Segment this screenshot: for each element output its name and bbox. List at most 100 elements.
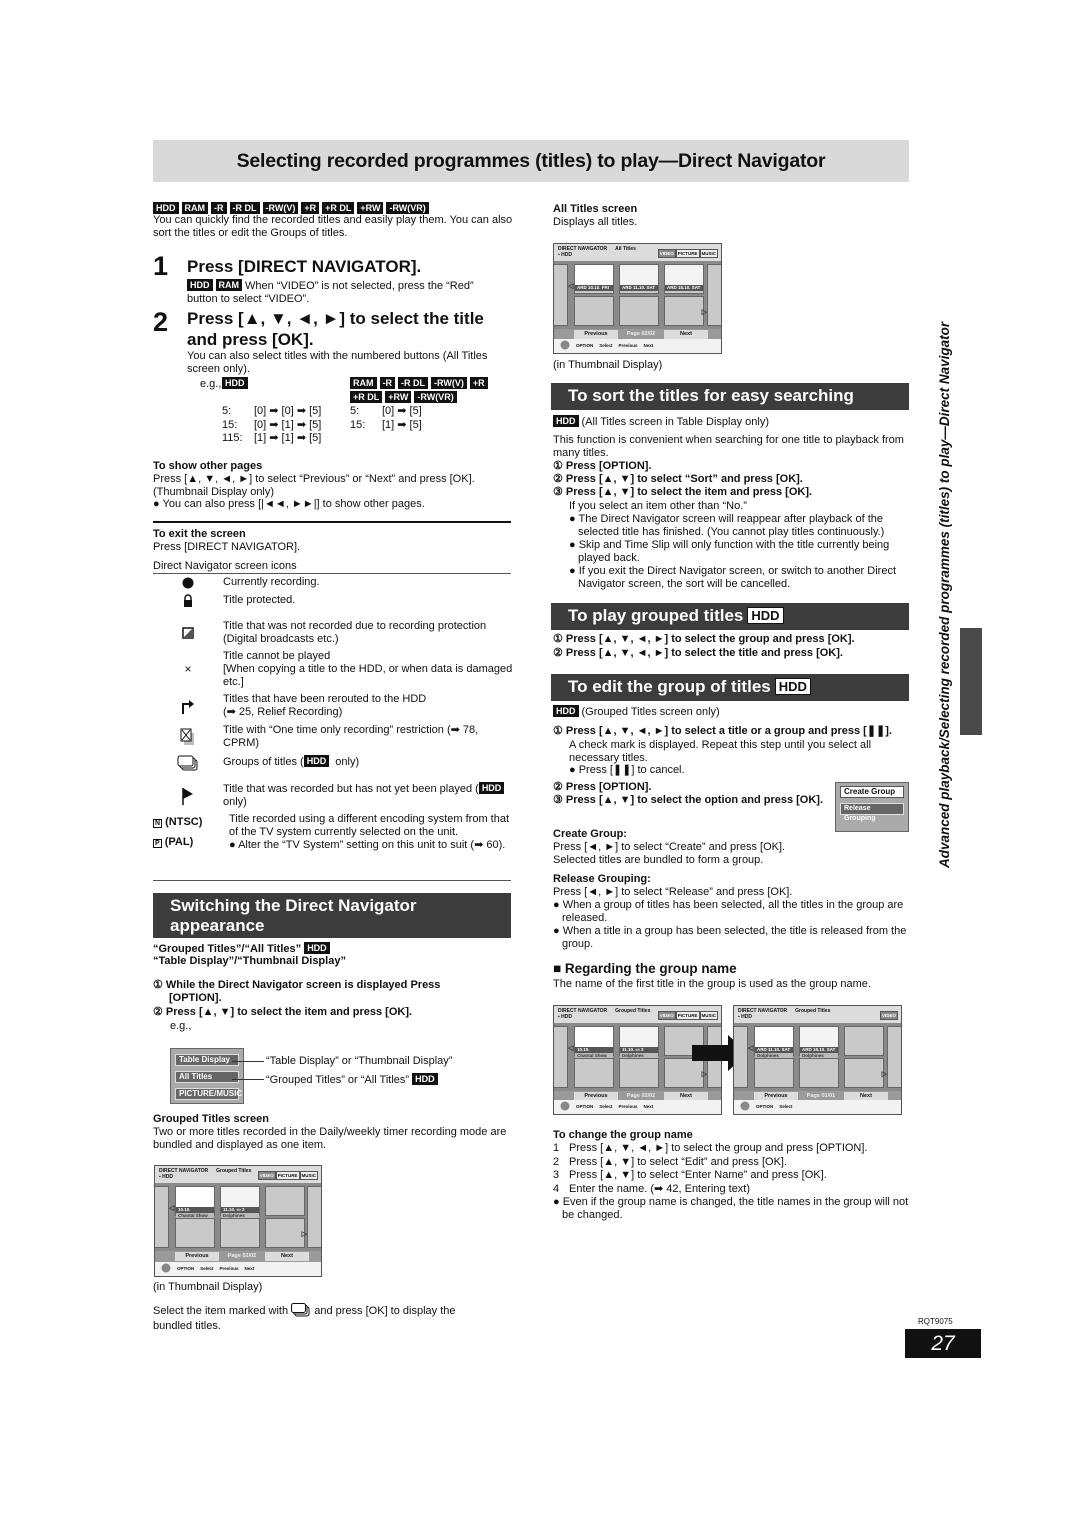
description-extra: (➡ 25, Relief Recording) (223, 706, 343, 718)
thumbnail-cell[interactable] (265, 1186, 305, 1216)
example-row: 5: [0] ➡ [5] (350, 405, 422, 419)
section-subheading: To exit the screen (153, 528, 246, 540)
bullet-content: Alter the “TV System” setting on this un… (238, 839, 506, 851)
description-text: Title protected. (223, 594, 296, 606)
thumbnail-cell[interactable]: Dolphines 11.10. ▭ 2 (619, 1026, 659, 1059)
menu-item-picture-music[interactable]: PICTURE/MUSIC (175, 1088, 242, 1100)
thumbnail-cell[interactable]: Dolphines ARD 11.10. SAT (754, 1026, 794, 1059)
badge: HDD (774, 678, 811, 695)
scroll-left-icon[interactable]: ◁ (568, 1045, 573, 1052)
thumbnail-cell[interactable]: Dolphines 11.10. ▭ 2 (220, 1186, 260, 1219)
thumbnail-cell[interactable] (619, 296, 659, 326)
description-text: Title that was recorded but has not yet … (223, 783, 479, 795)
tab-music[interactable]: MUSIC (699, 1011, 718, 1020)
bullet-text: ● When a title in a group has been selec… (553, 925, 907, 950)
lock-icon (153, 594, 223, 607)
badge: HDD (553, 705, 579, 717)
tab-video[interactable]: VIDEO (657, 1011, 676, 1020)
badge: HDD (747, 607, 784, 624)
side-panel (707, 264, 721, 326)
row-value: Press [▲, ▼] to select “Enter Name” and … (569, 1169, 827, 1181)
scroll-right-icon[interactable]: ▷ (302, 1231, 307, 1238)
thumbnail-cell[interactable] (265, 1218, 305, 1248)
menu-item-create-group[interactable]: Create Group (840, 786, 904, 798)
description-text: Titles that have been rerouted to the HD… (223, 693, 427, 705)
footer-next: Next (244, 1266, 255, 1271)
eg-label: e.g., (200, 378, 222, 390)
option-menu: Table Display All Titles PICTURE/MUSIC (170, 1048, 244, 1104)
screen-footer: OPTION Select Previous Next (554, 1100, 721, 1114)
thumbnail-cell[interactable]: Dolphines ARD 18.10. SAT (799, 1026, 839, 1059)
thumbnail-image (620, 265, 658, 285)
footer-select: Select (599, 1104, 613, 1109)
scroll-left-icon[interactable]: ◁ (568, 283, 573, 290)
thumbnail-cell[interactable]: ARD 10.10. FRI (574, 264, 614, 294)
thumbnail-cell[interactable]: Chantal Show 10.10. (574, 1026, 614, 1059)
menu-item-all-titles[interactable]: All Titles (175, 1071, 239, 1083)
icon-description: Title recorded using a different encodin… (229, 813, 513, 853)
thumbnail-cell[interactable] (220, 1218, 260, 1248)
body-text: Press [DIRECT NAVIGATOR]. (153, 541, 301, 553)
scroll-right-icon[interactable]: ▷ (702, 309, 707, 316)
caption: (in Thumbnail Display) (553, 359, 663, 371)
thumbnail-cell[interactable] (844, 1058, 884, 1088)
page-indicator: Page 02/02 (626, 331, 656, 337)
bullet-text: ● Alter the “TV System” setting on this … (229, 839, 506, 851)
scroll-left-icon[interactable]: ◁ (169, 1205, 174, 1212)
thumbnail-cell[interactable] (175, 1218, 215, 1248)
scroll-right-icon[interactable]: ▷ (882, 1071, 887, 1078)
icon-description: Currently recording. (223, 576, 513, 589)
thumbnail-grid: ARD 10.10. FRI ARD 11.10. SAT ARD 18.10. S… (554, 261, 721, 329)
tab-video[interactable]: VIDEO (657, 249, 676, 258)
body-text: Displays all titles. (553, 216, 638, 228)
thumbnail-cell[interactable] (664, 296, 704, 326)
icon-description: Title cannot be played [When copying a ti… (223, 650, 513, 689)
tab-picture[interactable]: PICTURE (675, 249, 700, 258)
thumbnail-cell[interactable] (754, 1058, 794, 1088)
thumbnail-grid: Dolphines ARD 11.10. SAT Dolphines ARD 18.1… (734, 1023, 901, 1091)
thumbnail-cell[interactable] (799, 1058, 839, 1088)
thumbnail-cell[interactable] (619, 1058, 659, 1088)
badge: -R (379, 377, 395, 389)
thumbnail-cell[interactable] (844, 1026, 884, 1056)
step-item: ① Press [▲, ▼, ◄, ►] to select the group… (553, 633, 855, 645)
row-label: 15: (350, 418, 366, 431)
tab-music[interactable]: MUSIC (299, 1171, 318, 1180)
thumbnail-image (755, 1027, 793, 1047)
badge: HDD (187, 279, 213, 291)
section-header: To sort the titles for easy searching (551, 383, 909, 410)
badge: HDD (153, 202, 179, 214)
ntsc-text: (NTSC) (165, 816, 203, 828)
thumbnail-cell[interactable] (574, 296, 614, 326)
next-button[interactable]: Next (664, 330, 708, 339)
ntsc-pal-icon: N (NTSC) P (PAL) (153, 813, 229, 853)
thumbnail-cell[interactable] (574, 1058, 614, 1088)
tab-picture[interactable]: PICTURE (675, 1011, 700, 1020)
previous-button[interactable]: Previous (175, 1252, 219, 1261)
tab-music[interactable]: MUSIC (699, 249, 718, 258)
thumbnail-image (800, 1027, 838, 1047)
thumbnail-label: ARD 11.10. SAT (755, 1047, 793, 1053)
thumbnail-label: ARD 10.10. FRI (575, 285, 613, 291)
thumbnail-cell[interactable]: ARD 11.10. SAT (619, 264, 659, 294)
menu-item-release-grouping[interactable]: Release Grouping (840, 803, 904, 822)
footer-next: Next (643, 1104, 654, 1109)
next-button[interactable]: Next (265, 1252, 309, 1261)
description-text: Title with “One time only recording” res… (223, 724, 479, 749)
row-label: 2 (553, 1155, 560, 1168)
row-value: Enter the name. (➡ 42, Entering text) (569, 1182, 751, 1195)
tab-picture[interactable]: PICTURE (275, 1171, 300, 1180)
menu-item-table-display[interactable]: Table Display (175, 1054, 239, 1066)
badge: +RW (357, 202, 384, 214)
tab-video[interactable]: VIDEO (879, 1011, 898, 1020)
previous-button[interactable]: Previous (574, 330, 618, 339)
thumbnail-image (575, 265, 613, 285)
option-line: “Grouped Titles”/“All Titles” HDD (153, 942, 333, 956)
thumbnail-cell[interactable]: Chantal Show 10.10. (175, 1186, 215, 1219)
scroll-left-icon[interactable]: ◁ (748, 1045, 753, 1052)
row-value: [0] ➡ [1] ➡ [5] (254, 418, 322, 431)
option-line: “Table Display”/“Thumbnail Display” (153, 955, 346, 967)
tab-video[interactable]: VIDEO (257, 1171, 276, 1180)
thumbnail-cell[interactable]: ARD 18.10. SAT (664, 264, 704, 294)
screen-footer: OPTION Select Previous Next (554, 339, 721, 353)
